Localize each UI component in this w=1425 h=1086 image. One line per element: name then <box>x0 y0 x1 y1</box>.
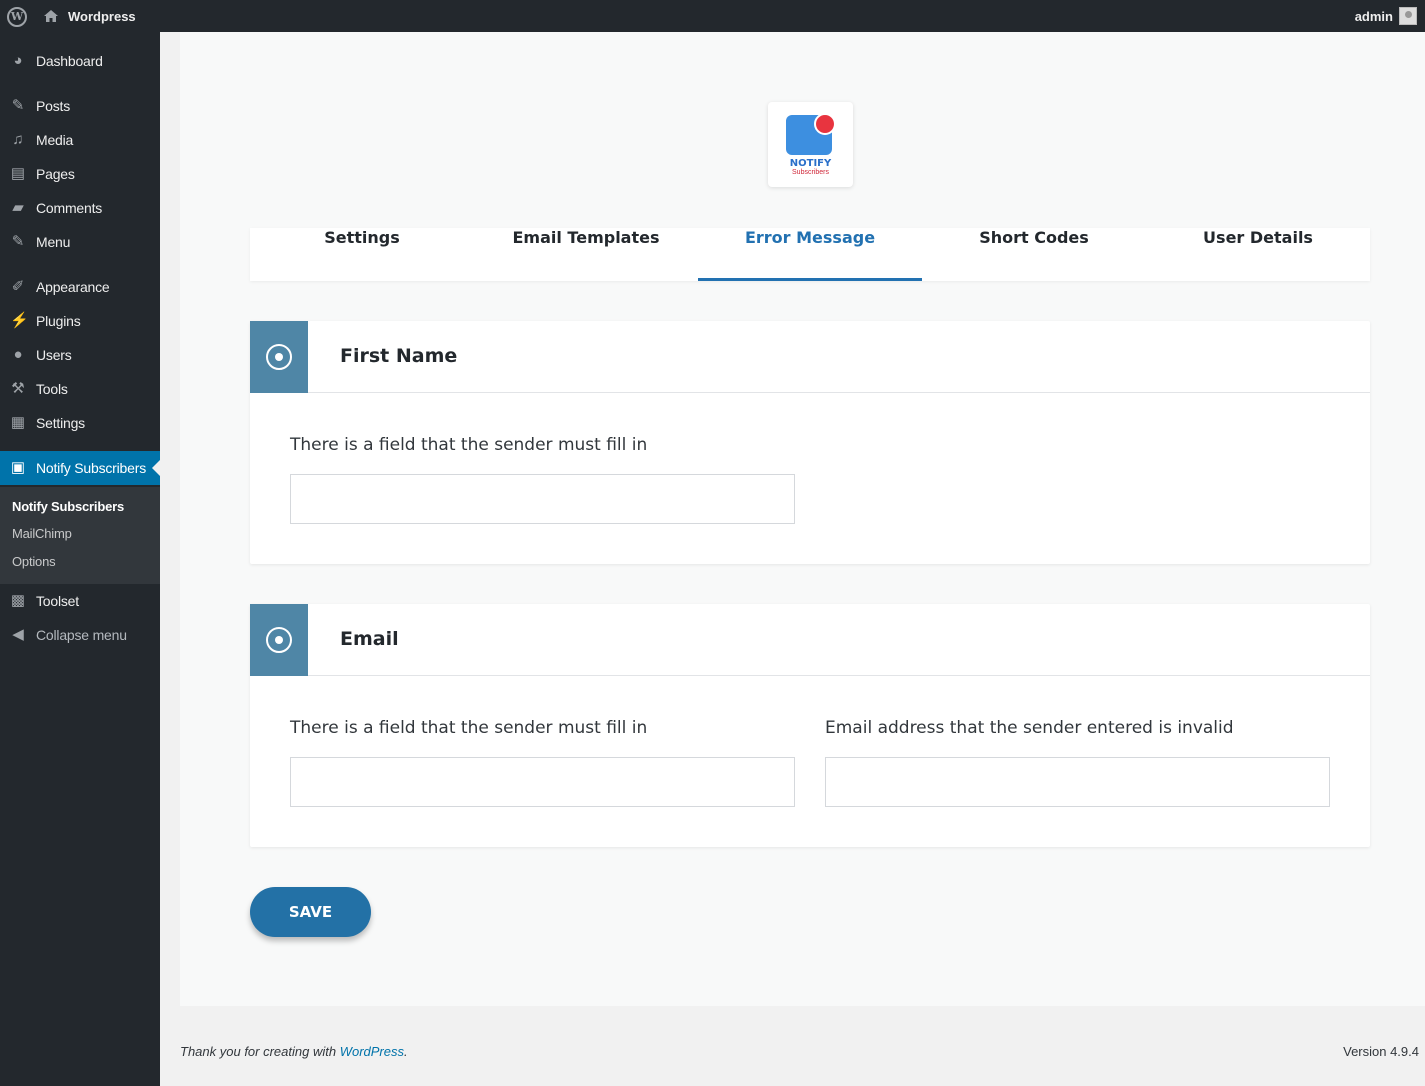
submenu-item-options[interactable]: Options <box>12 554 56 569</box>
sidebar-item-label: Plugins <box>36 313 81 329</box>
card-icon-box <box>250 321 308 393</box>
footer-thanks-text: Thank you for creating with <box>180 1044 340 1059</box>
avatar[interactable] <box>1399 7 1417 25</box>
email-required-input[interactable] <box>290 757 795 807</box>
plug-icon: ⚡ <box>10 312 29 329</box>
brush-icon: ✐ <box>11 278 25 295</box>
tab-user-details[interactable]: User Details <box>1146 228 1370 281</box>
target-icon <box>266 627 292 653</box>
sidebar-item-toolset[interactable]: ▩ Toolset <box>0 584 160 618</box>
target-icon <box>266 344 292 370</box>
sidebar-item-label: Posts <box>36 98 71 114</box>
card-title: First Name <box>340 345 458 367</box>
tab-settings[interactable]: Settings <box>250 228 474 281</box>
notification-dot-icon <box>814 113 836 135</box>
card-icon-box <box>250 604 308 676</box>
card-header: Email <box>250 604 1370 676</box>
field-label: There is a field that the sender must fi… <box>290 435 648 455</box>
sidebar-item-label: Settings <box>36 415 85 431</box>
sidebar-item-label: Dashboard <box>36 53 103 69</box>
pin-icon: ✎ <box>11 233 25 250</box>
user-icon: ● <box>13 346 23 363</box>
sidebar-item-comments[interactable]: ▰ Comments <box>0 191 160 225</box>
sidebar-item-tools[interactable]: ⚒ Tools <box>0 372 160 406</box>
footer-version: Version 4.9.4 <box>1343 1044 1419 1059</box>
first-name-required-input[interactable] <box>290 474 795 524</box>
sidebar-item-label: Users <box>36 347 72 363</box>
user-name-link[interactable]: admin <box>1355 9 1393 24</box>
sidebar-item-appearance[interactable]: ✐ Appearance <box>0 270 160 304</box>
comments-icon: ▰ <box>12 199 24 216</box>
email-card: Email There is a field that the sender m… <box>250 604 1370 847</box>
first-name-card: First Name There is a field that the sen… <box>250 321 1370 564</box>
footer-thanks-suffix: . <box>404 1044 408 1059</box>
sidebar-item-label: Tools <box>36 381 68 397</box>
field-label: Email address that the sender entered is… <box>825 718 1234 738</box>
tab-short-codes[interactable]: Short Codes <box>922 228 1146 281</box>
wordpress-link[interactable]: WordPress <box>340 1044 404 1059</box>
sidebar-item-plugins[interactable]: ⚡ Plugins <box>0 304 160 338</box>
save-button[interactable]: SAVE <box>250 887 371 937</box>
sidebar-item-label: Menu <box>36 234 71 250</box>
sidebar-item-media[interactable]: ♫ Media <box>0 123 160 157</box>
admin-sidebar: ◕ Dashboard ✎ Posts ♫ Media ▤ Pages ▰ Co… <box>0 32 160 1086</box>
main-content: NOTIFY Subscribers Settings Email Templa… <box>180 32 1425 1006</box>
submenu-item-mailchimp[interactable]: MailChimp <box>12 526 72 541</box>
collapse-icon: ◀ <box>12 626 24 643</box>
pages-icon: ▤ <box>10 165 26 182</box>
sidebar-item-label: Comments <box>36 200 103 216</box>
sidebar-item-notify-subscribers[interactable]: ▣ Notify Subscribers <box>0 451 160 485</box>
toolset-icon: ▩ <box>10 592 26 609</box>
tab-bar: Settings Email Templates Error Message S… <box>250 228 1370 281</box>
site-name-link[interactable]: Wordpress <box>68 9 136 24</box>
tab-email-templates[interactable]: Email Templates <box>474 228 698 281</box>
sidebar-item-dashboard[interactable]: ◕ Dashboard <box>0 44 160 78</box>
sidebar-item-label: Appearance <box>36 279 110 295</box>
sliders-icon: ▦ <box>10 414 26 431</box>
pin-icon: ✎ <box>11 97 25 114</box>
tab-error-message[interactable]: Error Message <box>698 228 922 281</box>
sidebar-item-label: Toolset <box>36 593 79 609</box>
collapse-menu-button[interactable]: ◀ Collapse menu <box>0 618 160 652</box>
plugin-logo: NOTIFY Subscribers <box>768 102 853 187</box>
admin-bar: W Wordpress admin <box>0 0 1425 32</box>
wordpress-logo-icon[interactable]: W <box>7 7 27 27</box>
dashboard-icon: ◕ <box>13 52 23 69</box>
sidebar-item-label: Collapse menu <box>36 627 127 643</box>
sidebar-item-menu[interactable]: ✎ Menu <box>0 225 160 259</box>
home-icon[interactable] <box>43 8 59 24</box>
sidebar-item-settings[interactable]: ▦ Settings <box>0 406 160 440</box>
sidebar-item-users[interactable]: ● Users <box>0 338 160 372</box>
card-title: Email <box>340 628 399 650</box>
logo-subtitle: Subscribers <box>792 169 829 176</box>
notify-submenu: Notify Subscribers MailChimp Options <box>0 487 160 584</box>
media-icon: ♫ <box>12 131 24 148</box>
logo-title: NOTIFY <box>789 158 832 169</box>
card-header: First Name <box>250 321 1370 393</box>
wrench-icon: ⚒ <box>11 380 25 397</box>
footer-thanks: Thank you for creating with WordPress. <box>180 1044 408 1059</box>
notify-icon: ▣ <box>10 459 26 476</box>
email-invalid-input[interactable] <box>825 757 1330 807</box>
sidebar-item-label: Pages <box>36 166 75 182</box>
sidebar-item-posts[interactable]: ✎ Posts <box>0 89 160 123</box>
sidebar-item-label: Notify Subscribers <box>36 460 146 476</box>
field-label: There is a field that the sender must fi… <box>290 718 648 738</box>
sidebar-item-pages[interactable]: ▤ Pages <box>0 157 160 191</box>
sidebar-item-label: Media <box>36 132 74 148</box>
submenu-item-notify-subscribers[interactable]: Notify Subscribers <box>12 499 124 514</box>
